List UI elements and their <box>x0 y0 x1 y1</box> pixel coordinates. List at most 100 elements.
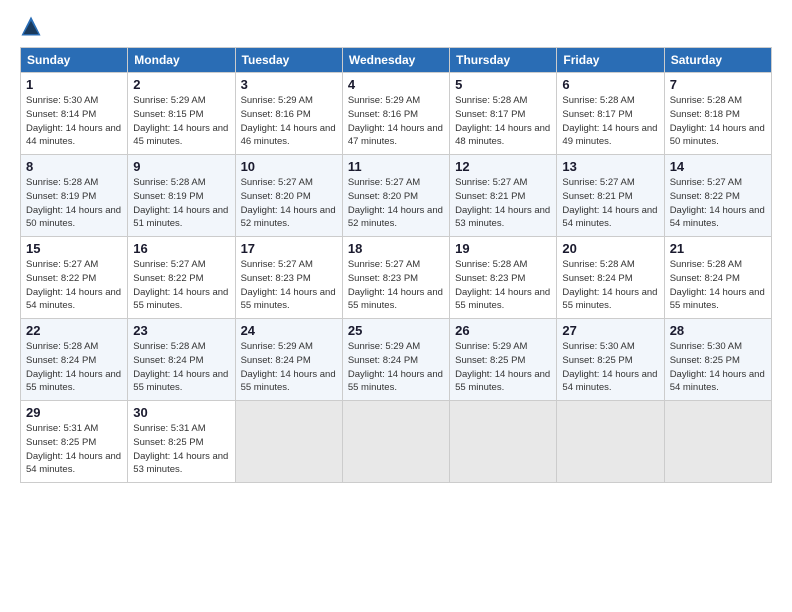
day-number: 7 <box>670 77 766 92</box>
cell-info: Sunrise: 5:27 AM Sunset: 8:21 PM Dayligh… <box>455 176 551 231</box>
logo <box>20 15 45 37</box>
cell-info: Sunrise: 5:27 AM Sunset: 8:22 PM Dayligh… <box>670 176 766 231</box>
col-wednesday: Wednesday <box>342 48 449 73</box>
col-sunday: Sunday <box>21 48 128 73</box>
day-number: 1 <box>26 77 122 92</box>
cell-info: Sunrise: 5:29 AM Sunset: 8:15 PM Dayligh… <box>133 94 229 149</box>
table-row: 3 Sunrise: 5:29 AM Sunset: 8:16 PM Dayli… <box>235 73 342 155</box>
day-number: 8 <box>26 159 122 174</box>
table-row: 21 Sunrise: 5:28 AM Sunset: 8:24 PM Dayl… <box>664 237 771 319</box>
day-number: 28 <box>670 323 766 338</box>
day-number: 16 <box>133 241 229 256</box>
day-number: 29 <box>26 405 122 420</box>
calendar-table: Sunday Monday Tuesday Wednesday Thursday… <box>20 47 772 483</box>
table-row: 1 Sunrise: 5:30 AM Sunset: 8:14 PM Dayli… <box>21 73 128 155</box>
cell-info: Sunrise: 5:29 AM Sunset: 8:24 PM Dayligh… <box>241 340 337 395</box>
calendar-week-3: 15 Sunrise: 5:27 AM Sunset: 8:22 PM Dayl… <box>21 237 772 319</box>
cell-info: Sunrise: 5:30 AM Sunset: 8:14 PM Dayligh… <box>26 94 122 149</box>
cell-info: Sunrise: 5:27 AM Sunset: 8:21 PM Dayligh… <box>562 176 658 231</box>
table-row <box>557 401 664 483</box>
table-row: 29 Sunrise: 5:31 AM Sunset: 8:25 PM Dayl… <box>21 401 128 483</box>
table-row: 4 Sunrise: 5:29 AM Sunset: 8:16 PM Dayli… <box>342 73 449 155</box>
table-row: 7 Sunrise: 5:28 AM Sunset: 8:18 PM Dayli… <box>664 73 771 155</box>
day-number: 12 <box>455 159 551 174</box>
table-row: 8 Sunrise: 5:28 AM Sunset: 8:19 PM Dayli… <box>21 155 128 237</box>
col-tuesday: Tuesday <box>235 48 342 73</box>
table-row <box>664 401 771 483</box>
day-number: 2 <box>133 77 229 92</box>
cell-info: Sunrise: 5:28 AM Sunset: 8:24 PM Dayligh… <box>670 258 766 313</box>
day-number: 27 <box>562 323 658 338</box>
day-number: 4 <box>348 77 444 92</box>
table-row: 30 Sunrise: 5:31 AM Sunset: 8:25 PM Dayl… <box>128 401 235 483</box>
col-saturday: Saturday <box>664 48 771 73</box>
day-number: 21 <box>670 241 766 256</box>
cell-info: Sunrise: 5:28 AM Sunset: 8:23 PM Dayligh… <box>455 258 551 313</box>
cell-info: Sunrise: 5:27 AM Sunset: 8:20 PM Dayligh… <box>241 176 337 231</box>
cell-info: Sunrise: 5:27 AM Sunset: 8:20 PM Dayligh… <box>348 176 444 231</box>
day-number: 25 <box>348 323 444 338</box>
day-number: 18 <box>348 241 444 256</box>
cell-info: Sunrise: 5:28 AM Sunset: 8:18 PM Dayligh… <box>670 94 766 149</box>
col-thursday: Thursday <box>450 48 557 73</box>
day-number: 22 <box>26 323 122 338</box>
day-number: 3 <box>241 77 337 92</box>
calendar-week-1: 1 Sunrise: 5:30 AM Sunset: 8:14 PM Dayli… <box>21 73 772 155</box>
table-row: 22 Sunrise: 5:28 AM Sunset: 8:24 PM Dayl… <box>21 319 128 401</box>
day-number: 13 <box>562 159 658 174</box>
cell-info: Sunrise: 5:29 AM Sunset: 8:24 PM Dayligh… <box>348 340 444 395</box>
table-row: 12 Sunrise: 5:27 AM Sunset: 8:21 PM Dayl… <box>450 155 557 237</box>
day-number: 15 <box>26 241 122 256</box>
cell-info: Sunrise: 5:27 AM Sunset: 8:22 PM Dayligh… <box>133 258 229 313</box>
cell-info: Sunrise: 5:28 AM Sunset: 8:17 PM Dayligh… <box>562 94 658 149</box>
table-row: 25 Sunrise: 5:29 AM Sunset: 8:24 PM Dayl… <box>342 319 449 401</box>
table-row: 6 Sunrise: 5:28 AM Sunset: 8:17 PM Dayli… <box>557 73 664 155</box>
table-row: 9 Sunrise: 5:28 AM Sunset: 8:19 PM Dayli… <box>128 155 235 237</box>
cell-info: Sunrise: 5:29 AM Sunset: 8:25 PM Dayligh… <box>455 340 551 395</box>
page: Sunday Monday Tuesday Wednesday Thursday… <box>0 0 792 612</box>
header <box>20 15 772 37</box>
day-number: 17 <box>241 241 337 256</box>
table-row: 5 Sunrise: 5:28 AM Sunset: 8:17 PM Dayli… <box>450 73 557 155</box>
logo-icon <box>20 15 42 37</box>
calendar-header-row: Sunday Monday Tuesday Wednesday Thursday… <box>21 48 772 73</box>
cell-info: Sunrise: 5:27 AM Sunset: 8:22 PM Dayligh… <box>26 258 122 313</box>
day-number: 14 <box>670 159 766 174</box>
table-row: 10 Sunrise: 5:27 AM Sunset: 8:20 PM Dayl… <box>235 155 342 237</box>
table-row: 28 Sunrise: 5:30 AM Sunset: 8:25 PM Dayl… <box>664 319 771 401</box>
table-row: 11 Sunrise: 5:27 AM Sunset: 8:20 PM Dayl… <box>342 155 449 237</box>
day-number: 20 <box>562 241 658 256</box>
table-row: 15 Sunrise: 5:27 AM Sunset: 8:22 PM Dayl… <box>21 237 128 319</box>
table-row <box>342 401 449 483</box>
table-row: 2 Sunrise: 5:29 AM Sunset: 8:15 PM Dayli… <box>128 73 235 155</box>
calendar-week-4: 22 Sunrise: 5:28 AM Sunset: 8:24 PM Dayl… <box>21 319 772 401</box>
cell-info: Sunrise: 5:28 AM Sunset: 8:24 PM Dayligh… <box>26 340 122 395</box>
col-friday: Friday <box>557 48 664 73</box>
table-row: 19 Sunrise: 5:28 AM Sunset: 8:23 PM Dayl… <box>450 237 557 319</box>
day-number: 26 <box>455 323 551 338</box>
cell-info: Sunrise: 5:28 AM Sunset: 8:19 PM Dayligh… <box>26 176 122 231</box>
table-row <box>450 401 557 483</box>
cell-info: Sunrise: 5:30 AM Sunset: 8:25 PM Dayligh… <box>562 340 658 395</box>
cell-info: Sunrise: 5:27 AM Sunset: 8:23 PM Dayligh… <box>241 258 337 313</box>
table-row: 24 Sunrise: 5:29 AM Sunset: 8:24 PM Dayl… <box>235 319 342 401</box>
cell-info: Sunrise: 5:29 AM Sunset: 8:16 PM Dayligh… <box>241 94 337 149</box>
day-number: 24 <box>241 323 337 338</box>
table-row: 17 Sunrise: 5:27 AM Sunset: 8:23 PM Dayl… <box>235 237 342 319</box>
cell-info: Sunrise: 5:28 AM Sunset: 8:19 PM Dayligh… <box>133 176 229 231</box>
col-monday: Monday <box>128 48 235 73</box>
day-number: 10 <box>241 159 337 174</box>
day-number: 6 <box>562 77 658 92</box>
cell-info: Sunrise: 5:31 AM Sunset: 8:25 PM Dayligh… <box>26 422 122 477</box>
table-row <box>235 401 342 483</box>
day-number: 9 <box>133 159 229 174</box>
table-row: 18 Sunrise: 5:27 AM Sunset: 8:23 PM Dayl… <box>342 237 449 319</box>
calendar-week-5: 29 Sunrise: 5:31 AM Sunset: 8:25 PM Dayl… <box>21 401 772 483</box>
cell-info: Sunrise: 5:29 AM Sunset: 8:16 PM Dayligh… <box>348 94 444 149</box>
day-number: 11 <box>348 159 444 174</box>
calendar-week-2: 8 Sunrise: 5:28 AM Sunset: 8:19 PM Dayli… <box>21 155 772 237</box>
day-number: 30 <box>133 405 229 420</box>
day-number: 5 <box>455 77 551 92</box>
cell-info: Sunrise: 5:28 AM Sunset: 8:17 PM Dayligh… <box>455 94 551 149</box>
table-row: 16 Sunrise: 5:27 AM Sunset: 8:22 PM Dayl… <box>128 237 235 319</box>
